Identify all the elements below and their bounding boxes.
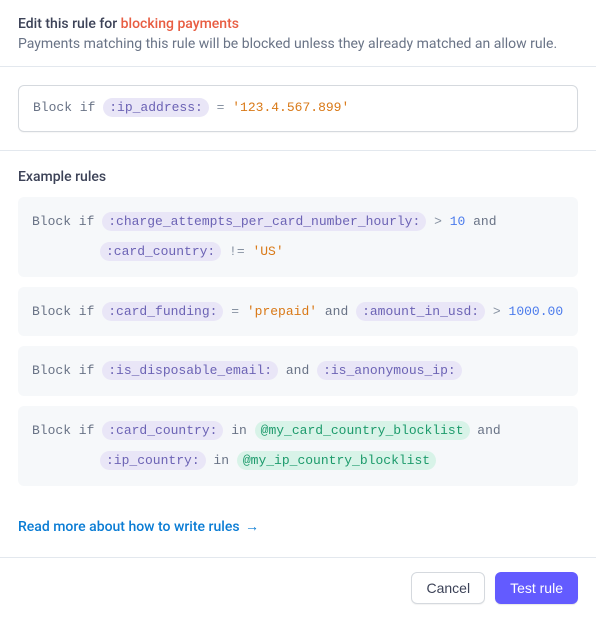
rule-prefix: Block if (33, 100, 103, 115)
token-str: 'prepaid' (247, 304, 317, 319)
examples-heading: Example rules (18, 169, 578, 185)
token-op: > (485, 304, 508, 319)
test-rule-button[interactable]: Test rule (495, 572, 578, 604)
rule-operator: = (209, 100, 232, 115)
page-description: Payments matching this rule will be bloc… (18, 36, 578, 52)
example-rule[interactable]: Block if :charge_attempts_per_card_numbe… (18, 197, 578, 277)
help-link-row: Read more about how to write rules → (0, 504, 596, 557)
token-str: 'US' (252, 244, 283, 259)
example-rule[interactable]: Block if :card_country: in @my_card_coun… (18, 406, 578, 486)
token-field: :is_disposable_email: (102, 361, 278, 380)
rule-input[interactable]: Block if :ip_address: = '123.4.567.899' (18, 85, 578, 132)
title-prefix: Edit this rule for (18, 16, 121, 32)
token-field: :ip_country: (100, 451, 206, 470)
token-kw: and (278, 363, 317, 378)
token-kw: Block if (32, 214, 102, 229)
help-link[interactable]: Read more about how to write rules → (18, 519, 259, 535)
token-field: :is_anonymous_ip: (317, 361, 462, 380)
token-field: :card_country: (102, 421, 223, 440)
token-kw: and (465, 214, 496, 229)
token-kw: and (470, 423, 501, 438)
token-op: > (426, 214, 449, 229)
examples-section: Example rules Block if :charge_attempts_… (0, 151, 596, 504)
token-kw: Block if (32, 363, 102, 378)
title-highlight: blocking payments (121, 16, 239, 32)
arrow-right-icon: → (245, 519, 259, 535)
rule-field-token: :ip_address: (103, 98, 209, 117)
token-field: :charge_attempts_per_card_number_hourly: (102, 212, 426, 231)
rule-editor-section: Block if :ip_address: = '123.4.567.899' (0, 67, 596, 150)
token-kw: Block if (32, 423, 102, 438)
token-list: @my_card_country_blocklist (255, 421, 470, 440)
help-link-text: Read more about how to write rules (18, 519, 240, 535)
example-rule[interactable]: Block if :card_funding: = 'prepaid' and … (18, 287, 578, 337)
token-num: 10 (450, 214, 466, 229)
example-rule[interactable]: Block if :is_disposable_email: and :is_a… (18, 346, 578, 396)
footer: Cancel Test rule (0, 557, 596, 618)
token-kw: and (317, 304, 356, 319)
token-field: :amount_in_usd: (356, 302, 485, 321)
header: Edit this rule for blocking payments Pay… (0, 0, 596, 66)
cancel-button[interactable]: Cancel (411, 572, 485, 604)
token-kw: in (223, 423, 254, 438)
token-field: :card_country: (100, 242, 221, 261)
token-num: 1000.00 (509, 304, 564, 319)
rule-value: '123.4.567.899' (232, 100, 349, 115)
token-field: :card_funding: (102, 302, 223, 321)
token-kw: Block if (32, 304, 102, 319)
page-title: Edit this rule for blocking payments (18, 16, 578, 32)
examples-list: Block if :charge_attempts_per_card_numbe… (18, 197, 578, 486)
token-kw: in (206, 453, 237, 468)
token-list: @my_ip_country_blocklist (237, 451, 436, 470)
token-op: = (223, 304, 246, 319)
token-op: != (221, 244, 252, 259)
